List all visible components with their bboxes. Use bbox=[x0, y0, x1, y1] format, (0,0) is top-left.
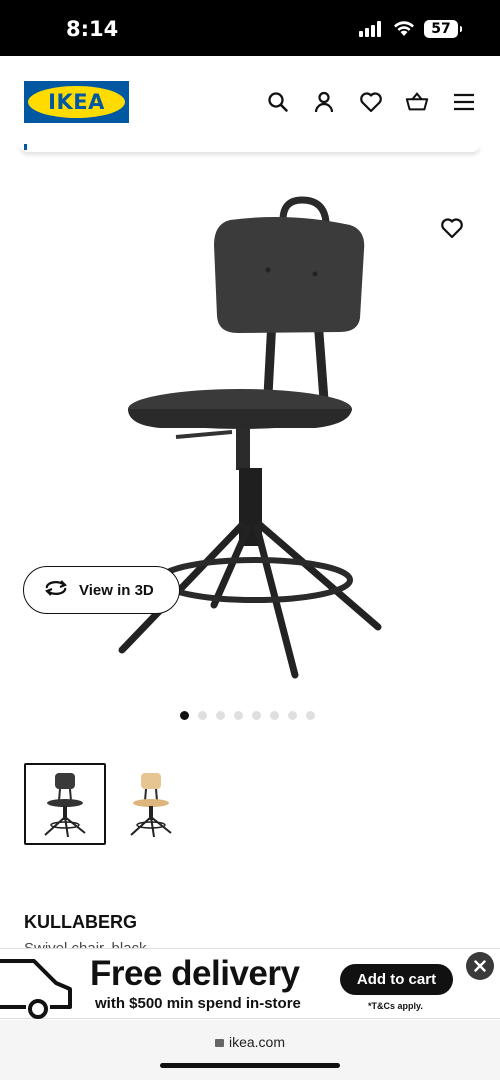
carousel-dot[interactable] bbox=[233, 711, 243, 720]
rotate-3d-icon bbox=[44, 579, 68, 602]
logo-text: IKEA bbox=[48, 90, 105, 114]
lock-icon bbox=[214, 1039, 224, 1047]
carousel-dot[interactable] bbox=[305, 711, 315, 720]
cellular-signal-icon bbox=[359, 21, 385, 37]
banner-subtitle: with $500 min spend in-store bbox=[95, 995, 301, 1012]
view-in-3d-label: View in 3D bbox=[79, 581, 154, 599]
battery-icon: 57 bbox=[424, 20, 462, 38]
url-text: ikea.com bbox=[228, 1034, 286, 1050]
search-icon[interactable] bbox=[266, 90, 290, 114]
menu-icon[interactable] bbox=[452, 90, 476, 114]
search-bar-edge[interactable] bbox=[20, 144, 480, 152]
carousel-dot[interactable] bbox=[251, 711, 261, 720]
add-to-cart-button[interactable]: Add to cart bbox=[340, 964, 453, 995]
product-image[interactable] bbox=[0, 170, 500, 700]
carousel-dot[interactable] bbox=[179, 711, 189, 720]
delivery-truck-icon bbox=[0, 953, 76, 1026]
product-name: KULLABERG bbox=[24, 912, 137, 932]
image-carousel-dots bbox=[175, 711, 319, 721]
user-icon[interactable] bbox=[312, 90, 336, 114]
banner-terms: *T&Cs apply. bbox=[368, 1001, 423, 1011]
carousel-dot[interactable] bbox=[269, 711, 279, 720]
carousel-dot[interactable] bbox=[287, 711, 297, 720]
status-bar: 8:14 57 bbox=[0, 0, 500, 56]
favorite-heart-icon[interactable] bbox=[440, 217, 464, 241]
status-time: 8:14 bbox=[66, 17, 119, 41]
site-header: IKEA bbox=[0, 56, 500, 156]
heart-icon[interactable] bbox=[359, 90, 383, 114]
free-delivery-banner[interactable]: Free delivery with $500 min spend in-sto… bbox=[0, 948, 500, 1019]
view-in-3d-button[interactable]: View in 3D bbox=[23, 566, 180, 614]
variant-thumbnail-black[interactable] bbox=[24, 763, 106, 845]
carousel-dot[interactable] bbox=[215, 711, 225, 720]
banner-title: Free delivery bbox=[90, 954, 300, 993]
carousel-dot[interactable] bbox=[197, 711, 207, 720]
close-icon[interactable] bbox=[466, 952, 494, 980]
basket-icon[interactable] bbox=[405, 90, 429, 114]
ikea-logo[interactable]: IKEA bbox=[24, 81, 129, 123]
home-indicator[interactable] bbox=[160, 1063, 340, 1068]
wifi-icon bbox=[392, 19, 416, 42]
variant-thumbnail-pine[interactable] bbox=[110, 763, 192, 845]
browser-url-bar[interactable]: ikea.com bbox=[0, 1020, 500, 1080]
